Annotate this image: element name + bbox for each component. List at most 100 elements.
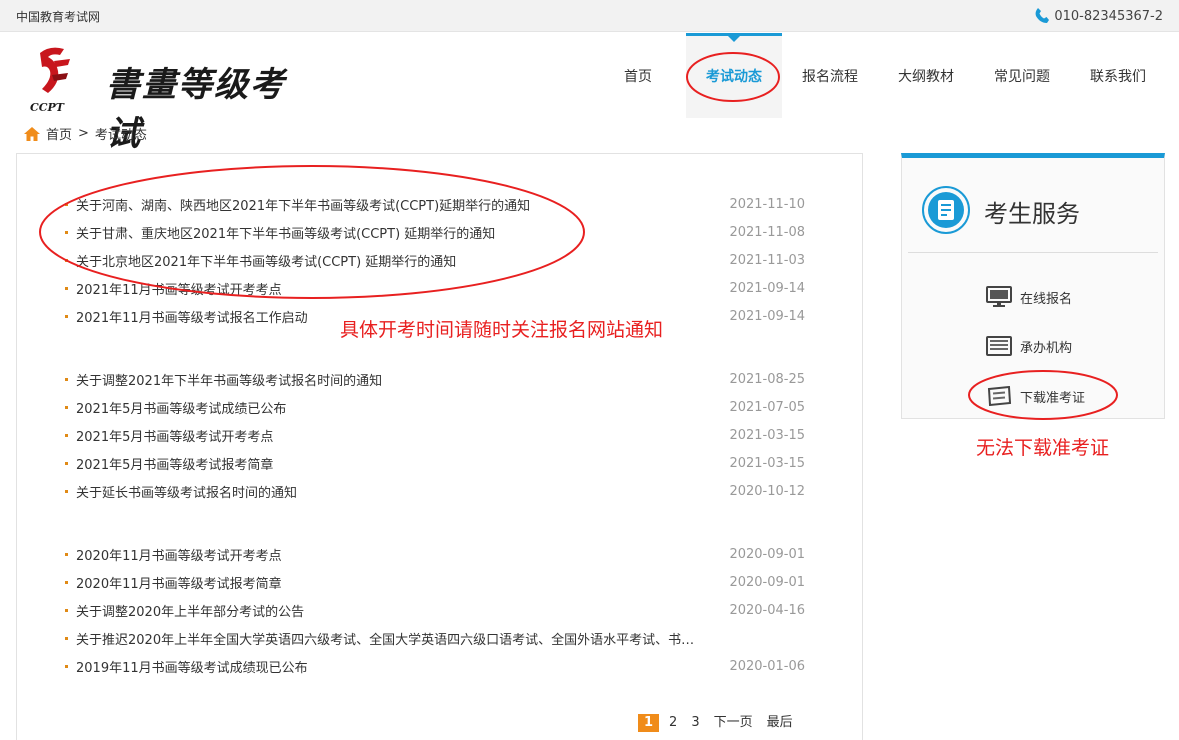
bullet-icon bbox=[65, 580, 68, 584]
list-item[interactable]: 2021年5月书画等级考试成绩已公布 2021-07-05 bbox=[65, 393, 805, 421]
service-label: 承办机构 bbox=[1020, 340, 1073, 356]
last-page-button[interactable]: 最后 bbox=[763, 714, 797, 732]
candidate-service-panel: 考生服务 在线报名 承办机构 下载准考证 bbox=[901, 153, 1165, 419]
news-date: 2021-11-10 bbox=[729, 196, 805, 212]
ccpt-logo-mark bbox=[40, 47, 70, 93]
pagination: 1 2 3 下一页 最后 bbox=[638, 714, 797, 732]
news-date: 2020-09-01 bbox=[729, 546, 805, 562]
list-item[interactable]: 关于甘肃、重庆地区2021年下半年书画等级考试(CCPT) 延期举行的通知 202… bbox=[65, 218, 805, 246]
news-group-3: 2020年11月书画等级考试开考考点 2020-09-01 2020年11月书画等… bbox=[65, 540, 805, 680]
annotation-exam-time-note: 具体开考时间请随时关注报名网站通知 bbox=[340, 319, 664, 341]
page-2-button[interactable]: 2 bbox=[665, 714, 681, 732]
news-date: 2021-11-08 bbox=[729, 224, 805, 240]
news-date: 2021-09-14 bbox=[729, 280, 805, 296]
bullet-icon bbox=[65, 377, 68, 381]
ticket-icon bbox=[987, 386, 1012, 406]
annotation-download-issue-note: 无法下载准考证 bbox=[976, 437, 1110, 459]
nav-home[interactable]: 首页 bbox=[590, 33, 686, 118]
list-item[interactable]: 关于延长书画等级考试报名时间的通知 2020-10-12 bbox=[65, 477, 805, 505]
bullet-icon bbox=[65, 489, 68, 493]
nav-exam-news[interactable]: 考试动态 bbox=[686, 33, 782, 118]
news-title[interactable]: 关于延长书画等级考试报名时间的通知 bbox=[76, 482, 297, 501]
keyboard-icon bbox=[986, 336, 1012, 356]
phone-contact: 010-82345367-2 bbox=[1034, 7, 1163, 25]
list-item[interactable]: 2020年11月书画等级考试报考简章 2020-09-01 bbox=[65, 568, 805, 596]
news-date: 2021-11-03 bbox=[729, 252, 805, 268]
next-page-button[interactable]: 下一页 bbox=[710, 714, 757, 732]
news-title[interactable]: 2020年11月书画等级考试开考考点 bbox=[76, 545, 282, 564]
news-title[interactable]: 2019年11月书画等级考试成绩现已公布 bbox=[76, 657, 308, 676]
bullet-icon bbox=[65, 405, 68, 409]
bullet-icon bbox=[65, 552, 68, 556]
news-group-1: 关于河南、湖南、陕西地区2021年下半年书画等级考试(CCPT)延期举行的通知 2… bbox=[65, 190, 805, 330]
news-title[interactable]: 关于调整2021年下半年书画等级考试报名时间的通知 bbox=[76, 370, 382, 389]
monitor-icon bbox=[986, 286, 1012, 307]
news-date: 2021-07-05 bbox=[729, 399, 805, 415]
logo-abbr: CCPT bbox=[30, 101, 64, 114]
bullet-icon bbox=[65, 202, 68, 206]
contact-book-icon bbox=[922, 186, 970, 234]
news-date: 2020-10-12 bbox=[729, 483, 805, 499]
list-item[interactable]: 2021年11月书画等级考试开考考点 2021-09-14 bbox=[65, 274, 805, 302]
list-item[interactable]: 2019年11月书画等级考试成绩现已公布 2020-01-06 bbox=[65, 652, 805, 680]
news-date: 2021-03-15 bbox=[729, 427, 805, 443]
bullet-icon bbox=[65, 258, 68, 262]
bullet-icon bbox=[65, 314, 68, 318]
home-icon bbox=[24, 126, 40, 141]
bullet-icon bbox=[65, 286, 68, 290]
site-header: CCPT 書畫等级考试 首页 考试动态 报名流程 大纲教材 常见问题 联系我们 bbox=[0, 33, 1179, 154]
breadcrumb-current: 考试动态 bbox=[94, 128, 147, 143]
site-logo[interactable]: CCPT 書畫等级考试 bbox=[26, 43, 286, 154]
news-title[interactable]: 2021年5月书画等级考试报考简章 bbox=[76, 454, 273, 473]
list-item[interactable]: 2020年11月书画等级考试开考考点 2020-09-01 bbox=[65, 540, 805, 568]
bullet-icon bbox=[65, 433, 68, 437]
news-title[interactable]: 关于调整2020年上半年部分考试的公告 bbox=[76, 601, 304, 620]
news-title[interactable]: 关于甘肃、重庆地区2021年下半年书画等级考试(CCPT) 延期举行的通知 bbox=[76, 223, 495, 242]
list-item[interactable]: 关于调整2021年下半年书画等级考试报名时间的通知 2021-08-25 bbox=[65, 365, 805, 393]
phone-number: 010-82345367-2 bbox=[1054, 8, 1163, 24]
service-header: 考生服务 bbox=[902, 178, 1164, 258]
page-1-button[interactable]: 1 bbox=[638, 714, 660, 732]
nav-faq[interactable]: 常见问题 bbox=[974, 33, 1070, 118]
service-label: 在线报名 bbox=[1020, 291, 1073, 307]
service-online-registration[interactable]: 在线报名 bbox=[986, 286, 1072, 308]
news-date: 2020-04-16 bbox=[729, 602, 805, 618]
news-date: 2020-09-01 bbox=[729, 574, 805, 590]
list-item[interactable]: 关于调整2020年上半年部分考试的公告 2020-04-16 bbox=[65, 596, 805, 624]
breadcrumb-separator: > bbox=[78, 126, 89, 141]
news-title[interactable]: 2020年11月书画等级考试报考简章 bbox=[76, 573, 282, 592]
nav-syllabus[interactable]: 大纲教材 bbox=[878, 33, 974, 118]
phone-icon bbox=[1035, 8, 1050, 23]
news-group-2: 关于调整2021年下半年书画等级考试报名时间的通知 2021-08-25 2021… bbox=[65, 365, 805, 505]
news-title[interactable]: 关于推迟2020年上半年全国大学英语四六级考试、全国大学英语四六级口语考试、全国… bbox=[76, 629, 694, 648]
page-3-button[interactable]: 3 bbox=[687, 714, 703, 732]
nav-registration-process[interactable]: 报名流程 bbox=[782, 33, 878, 118]
news-list-panel: 关于河南、湖南、陕西地区2021年下半年书画等级考试(CCPT)延期举行的通知 2… bbox=[16, 153, 863, 740]
list-item[interactable]: 2021年5月书画等级考试报考简章 2021-03-15 bbox=[65, 449, 805, 477]
list-item[interactable]: 关于河南、湖南、陕西地区2021年下半年书画等级考试(CCPT)延期举行的通知 2… bbox=[65, 190, 805, 218]
list-item[interactable]: 关于北京地区2021年下半年书画等级考试(CCPT) 延期举行的通知 2021-1… bbox=[65, 246, 805, 274]
bullet-icon bbox=[65, 664, 68, 668]
breadcrumb: 首页 > 考试动态 bbox=[24, 124, 147, 143]
bullet-icon bbox=[65, 461, 68, 465]
news-title[interactable]: 关于河南、湖南、陕西地区2021年下半年书画等级考试(CCPT)延期举行的通知 bbox=[76, 195, 530, 214]
breadcrumb-home[interactable]: 首页 bbox=[46, 124, 72, 143]
divider bbox=[908, 252, 1158, 253]
service-download-admission-ticket[interactable]: 下载准考证 bbox=[986, 386, 1085, 406]
bullet-icon bbox=[65, 230, 68, 234]
list-item[interactable]: 关于推迟2020年上半年全国大学英语四六级考试、全国大学英语四六级口语考试、全国… bbox=[65, 624, 805, 652]
news-date: 2020-01-06 bbox=[729, 658, 805, 674]
news-title[interactable]: 关于北京地区2021年下半年书画等级考试(CCPT) 延期举行的通知 bbox=[76, 251, 456, 270]
site-name-link[interactable]: 中国教育考试网 bbox=[16, 8, 100, 25]
news-title[interactable]: 2021年5月书画等级考试成绩已公布 bbox=[76, 398, 286, 417]
service-organizers[interactable]: 承办机构 bbox=[986, 336, 1072, 356]
nav-contact[interactable]: 联系我们 bbox=[1070, 33, 1166, 118]
news-title[interactable]: 2021年11月书画等级考试报名工作启动 bbox=[76, 307, 308, 326]
news-date: 2021-03-15 bbox=[729, 455, 805, 471]
list-item[interactable]: 2021年5月书画等级考试开考考点 2021-03-15 bbox=[65, 421, 805, 449]
news-title[interactable]: 2021年5月书画等级考试开考考点 bbox=[76, 426, 273, 445]
bullet-icon bbox=[65, 608, 68, 612]
news-date: 2021-08-25 bbox=[729, 371, 805, 387]
news-title[interactable]: 2021年11月书画等级考试开考考点 bbox=[76, 279, 282, 298]
top-bar: 中国教育考试网 010-82345367-2 bbox=[0, 0, 1179, 32]
